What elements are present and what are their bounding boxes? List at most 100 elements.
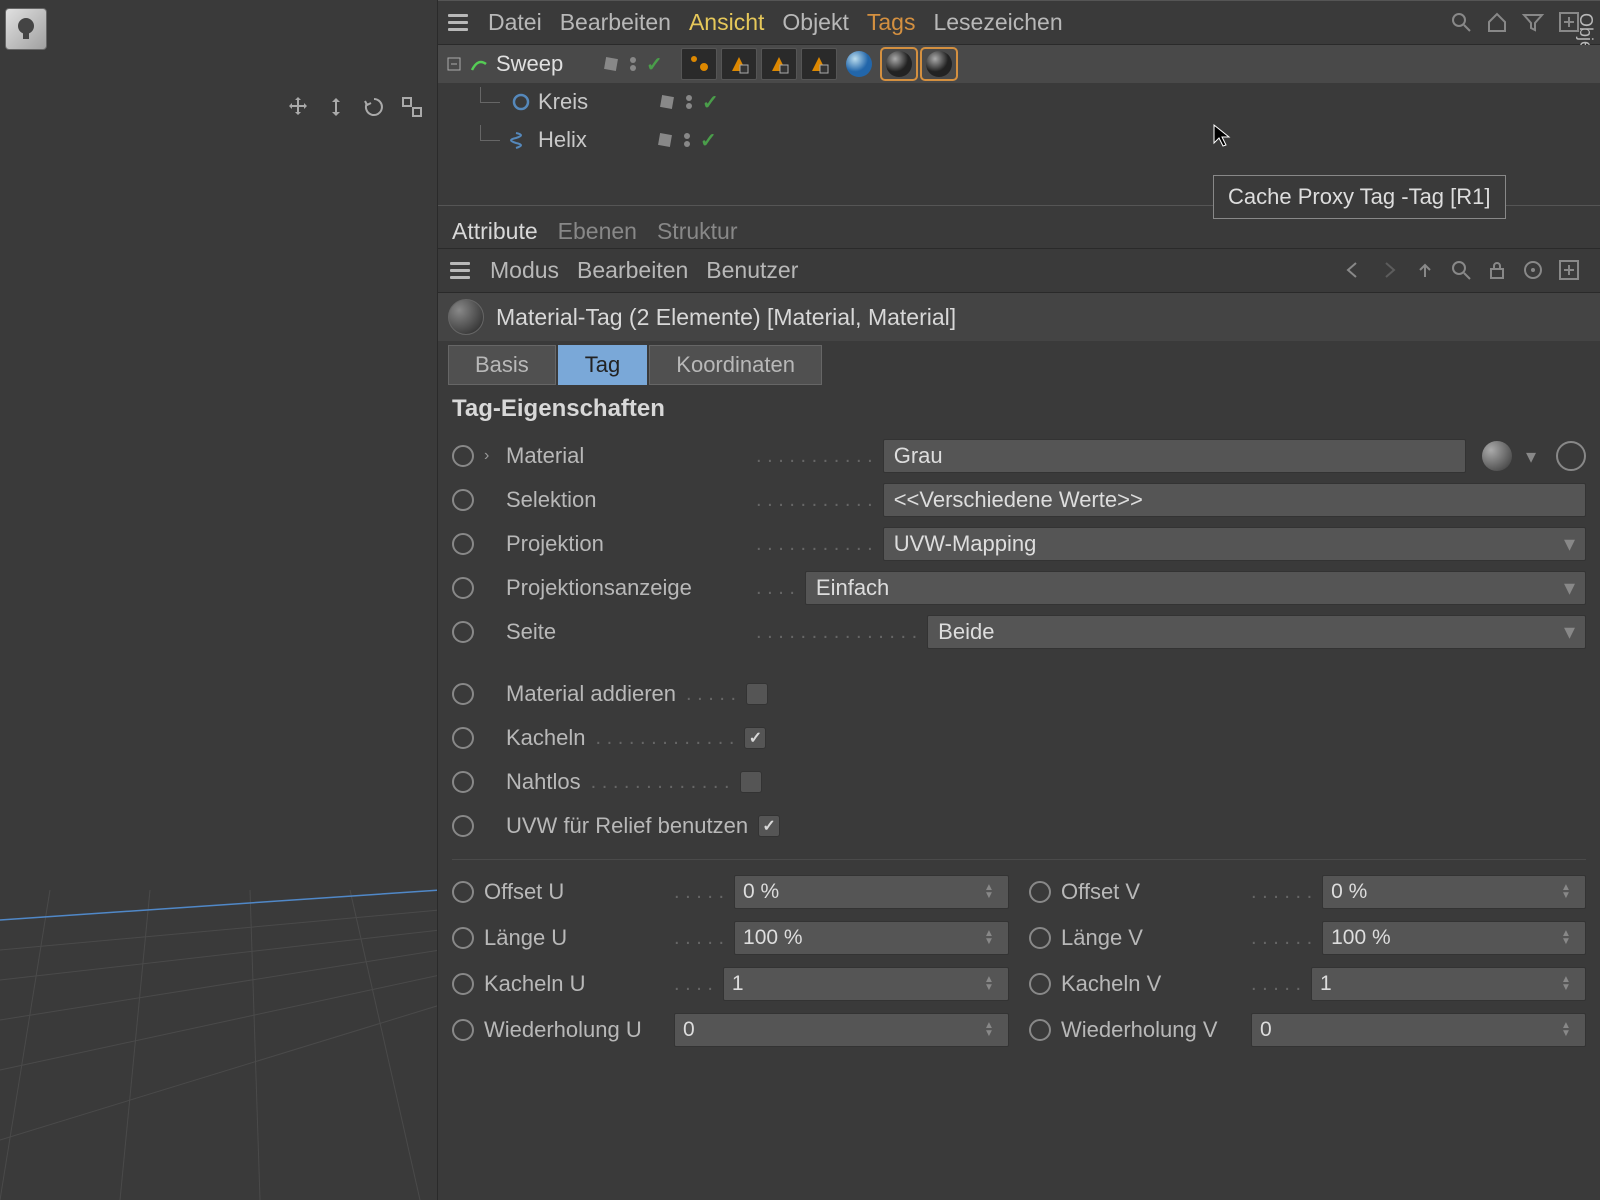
anim-dot[interactable]: [452, 927, 474, 949]
anim-dot[interactable]: [1029, 881, 1051, 903]
anim-dot[interactable]: [452, 533, 474, 555]
spinner-icon[interactable]: ▲▼: [984, 930, 1000, 946]
menu-bearbeiten-2[interactable]: Bearbeiten: [577, 257, 688, 284]
up-icon[interactable]: [1414, 259, 1438, 283]
anim-dot[interactable]: [452, 489, 474, 511]
spinner-icon[interactable]: ▲▼: [984, 884, 1000, 900]
collapse-icon[interactable]: [446, 56, 462, 72]
lock-icon[interactable]: [1486, 259, 1510, 283]
layer-icon[interactable]: [600, 53, 622, 75]
enable-check-icon[interactable]: ✓: [700, 128, 717, 153]
scale-icon[interactable]: [321, 92, 351, 122]
laenge-u-input[interactable]: 100 %▲▼: [734, 921, 1009, 955]
material-field[interactable]: Grau: [883, 439, 1466, 473]
spinner-icon[interactable]: ▲▼: [1561, 1022, 1577, 1038]
tree-row-helix[interactable]: Helix ✓: [438, 121, 1600, 159]
kacheln-u-input[interactable]: 1▲▼: [723, 967, 1009, 1001]
anim-dot[interactable]: [1029, 973, 1051, 995]
picker-icon[interactable]: [1556, 441, 1586, 471]
projektionsanzeige-dropdown[interactable]: Einfach: [805, 571, 1586, 605]
material-preview-icon[interactable]: [1482, 441, 1512, 471]
maximize-icon[interactable]: [397, 92, 427, 122]
anim-dot[interactable]: [452, 815, 474, 837]
seite-dropdown[interactable]: Beide: [927, 615, 1586, 649]
visibility-dots[interactable]: [686, 95, 692, 109]
tag-vertex[interactable]: [681, 48, 717, 80]
offset-u-input[interactable]: 0 %▲▼: [734, 875, 1009, 909]
anim-dot[interactable]: [1029, 1019, 1051, 1041]
offset-v-input[interactable]: 0 %▲▼: [1322, 875, 1586, 909]
home-icon[interactable]: [1486, 11, 1510, 35]
anim-dot[interactable]: [452, 445, 474, 467]
enable-check-icon[interactable]: ✓: [702, 90, 719, 115]
tab-tag[interactable]: Tag: [558, 345, 647, 385]
selektion-field[interactable]: <<Verschiedene Werte>>: [883, 483, 1586, 517]
tab-attribute[interactable]: Attribute: [452, 218, 538, 245]
menu-objekt[interactable]: Objekt: [782, 9, 848, 36]
anim-dot[interactable]: [452, 727, 474, 749]
anim-dot[interactable]: [1029, 927, 1051, 949]
add-icon[interactable]: [1558, 259, 1582, 283]
menu-burger-icon[interactable]: [448, 260, 472, 281]
checkbox-uvw-relief[interactable]: ✓: [758, 815, 780, 837]
menu-ansicht[interactable]: Ansicht: [689, 9, 764, 36]
menu-bearbeiten[interactable]: Bearbeiten: [560, 9, 671, 36]
wiederholung-u-input[interactable]: 0▲▼: [674, 1013, 1009, 1047]
material-tag-blue[interactable]: [841, 48, 877, 80]
spinner-icon[interactable]: ▲▼: [1561, 976, 1577, 992]
spinner-icon[interactable]: ▲▼: [984, 1022, 1000, 1038]
material-tag-dark-2[interactable]: [921, 48, 957, 80]
spinner-icon[interactable]: ▲▼: [984, 976, 1000, 992]
move-icon[interactable]: [283, 92, 313, 122]
plus-icon[interactable]: [1558, 11, 1582, 35]
checkbox-material-addieren[interactable]: [746, 683, 768, 705]
anim-dot[interactable]: [452, 621, 474, 643]
viewport-3d[interactable]: [0, 420, 437, 1200]
chevron-down-icon[interactable]: ▾: [1522, 444, 1540, 469]
anim-dot[interactable]: [452, 771, 474, 793]
search-icon[interactable]: [1450, 11, 1474, 35]
tip-button[interactable]: [5, 8, 47, 50]
spinner-icon[interactable]: ▲▼: [1561, 884, 1577, 900]
checkbox-kacheln[interactable]: ✓: [744, 727, 766, 749]
chevron-right-icon[interactable]: ›: [484, 447, 496, 465]
menu-benutzer[interactable]: Benutzer: [706, 257, 798, 284]
tree-row-sweep[interactable]: Sweep ✓: [438, 45, 1600, 83]
tag-cache-3[interactable]: [801, 48, 837, 80]
tab-ebenen[interactable]: Ebenen: [558, 218, 637, 245]
layer-icon[interactable]: [656, 91, 678, 113]
layer-icon[interactable]: [654, 129, 676, 151]
anim-dot[interactable]: [452, 683, 474, 705]
kacheln-v-input[interactable]: 1▲▼: [1311, 967, 1586, 1001]
wiederholung-v-input[interactable]: 0▲▼: [1251, 1013, 1586, 1047]
properties-panel: Tag-Eigenschaften › Material . . . . . .…: [438, 385, 1600, 1060]
tag-cache-2[interactable]: [761, 48, 797, 80]
anim-dot[interactable]: [452, 973, 474, 995]
tab-koordinaten[interactable]: Koordinaten: [649, 345, 822, 385]
anim-dot[interactable]: [452, 1019, 474, 1041]
checkbox-nahtlos[interactable]: [740, 771, 762, 793]
menu-datei[interactable]: Datei: [488, 9, 542, 36]
tree-row-kreis[interactable]: Kreis ✓: [438, 83, 1600, 121]
menu-lesezeichen[interactable]: Lesezeichen: [933, 9, 1062, 36]
rotate-icon[interactable]: [359, 92, 389, 122]
anim-dot[interactable]: [452, 881, 474, 903]
target-icon[interactable]: [1522, 259, 1546, 283]
laenge-v-input[interactable]: 100 %▲▼: [1322, 921, 1586, 955]
anim-dot[interactable]: [452, 577, 474, 599]
menu-modus[interactable]: Modus: [490, 257, 559, 284]
material-tag-dark-1[interactable]: [881, 48, 917, 80]
visibility-dots[interactable]: [630, 57, 636, 71]
enable-check-icon[interactable]: ✓: [646, 52, 663, 77]
tab-basis[interactable]: Basis: [448, 345, 556, 385]
back-icon[interactable]: [1342, 259, 1366, 283]
projektion-dropdown[interactable]: UVW-Mapping: [883, 527, 1586, 561]
filter-icon[interactable]: [1522, 11, 1546, 35]
tab-struktur[interactable]: Struktur: [657, 218, 738, 245]
menu-tags[interactable]: Tags: [867, 9, 916, 36]
spinner-icon[interactable]: ▲▼: [1561, 930, 1577, 946]
tag-cache-1[interactable]: [721, 48, 757, 80]
menu-burger-icon[interactable]: [446, 12, 470, 33]
search-icon-2[interactable]: [1450, 259, 1474, 283]
visibility-dots[interactable]: [684, 133, 690, 147]
